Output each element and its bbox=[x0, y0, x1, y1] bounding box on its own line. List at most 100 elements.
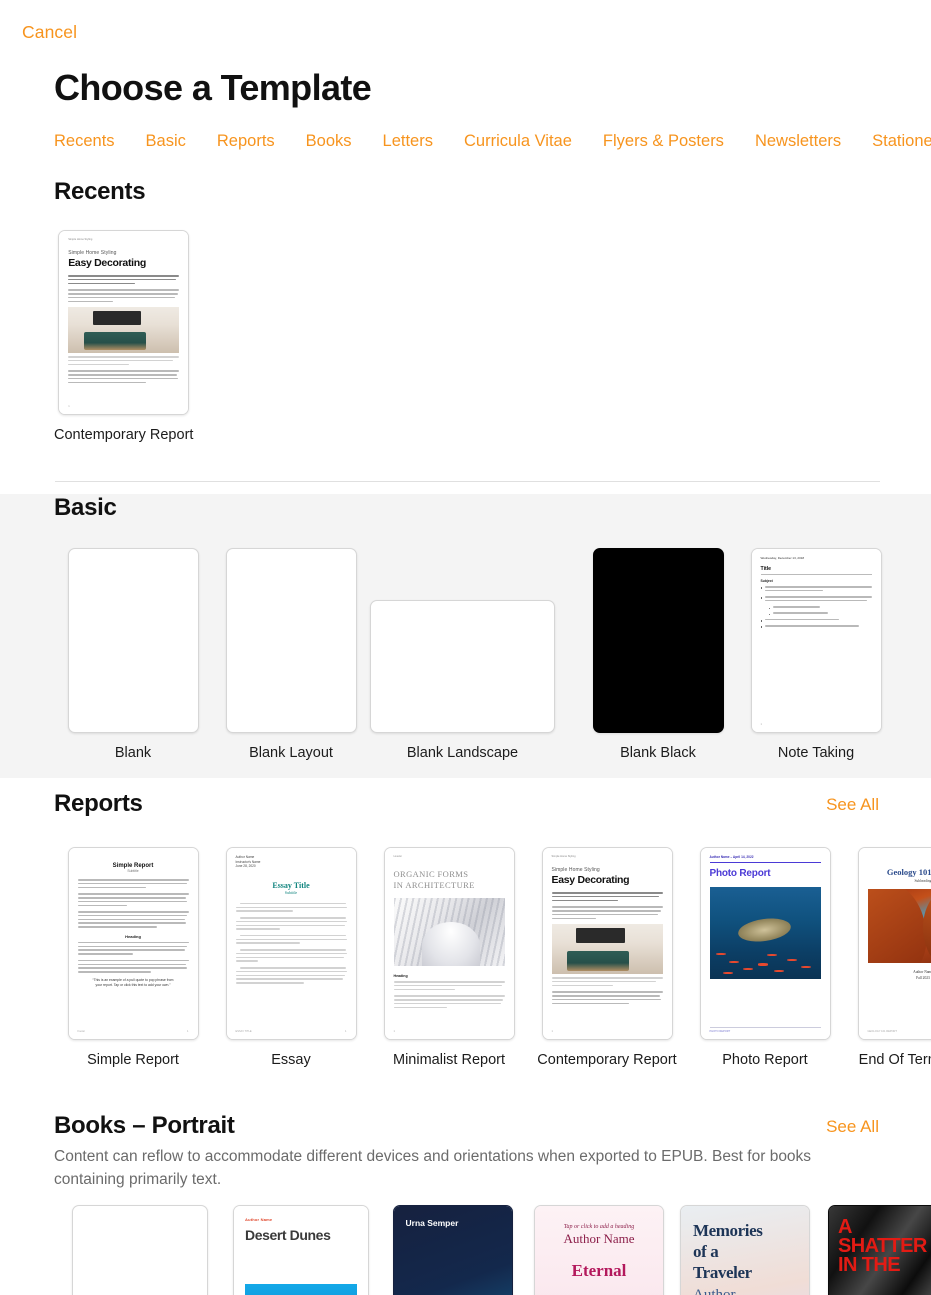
doc-header: Simple Home Styling bbox=[551, 855, 576, 858]
cancel-button[interactable]: Cancel bbox=[22, 22, 77, 43]
photo-subject-turtle bbox=[737, 915, 793, 945]
template-thumbnail[interactable] bbox=[72, 1205, 208, 1295]
doc-page-number: 1 bbox=[187, 1030, 189, 1033]
doc-heading: Heading bbox=[393, 974, 408, 978]
doc-bullet bbox=[761, 606, 872, 610]
doc-title: ORGANIC FORMS IN ARCHITECTURE bbox=[394, 869, 505, 891]
template-card-book-shatter[interactable]: A SHATTER IN THE bbox=[818, 1205, 931, 1295]
tab-curricula-vitae[interactable]: Curricula Vitae bbox=[464, 132, 572, 151]
recents-row: Simple Home Styling Simple Home Styling … bbox=[54, 230, 193, 444]
template-card-minimalist-report[interactable]: Header ORGANIC FORMS IN ARCHITECTURE Hea… bbox=[370, 847, 528, 1069]
template-thumbnail[interactable]: Author Name Instructor's Name June 28, 2… bbox=[225, 847, 357, 1040]
doc-body-block bbox=[77, 911, 189, 928]
template-card-blank-layout[interactable]: Blank Layout bbox=[212, 548, 370, 762]
doc-rule bbox=[709, 862, 821, 864]
template-caption: Blank bbox=[114, 745, 152, 761]
doc-date: June 28, 2020 bbox=[235, 864, 256, 869]
template-card-note-taking[interactable]: Wednesday, December 13, 2018 Title Subje… bbox=[737, 548, 895, 762]
tab-newsletters[interactable]: Newsletters bbox=[755, 132, 841, 151]
doc-subtitle: Subtitle bbox=[284, 889, 298, 895]
basic-row: Blank Blank Layout Blank Landscape Blank… bbox=[54, 548, 895, 762]
doc-meta: Author Name – April 14, 2022 bbox=[709, 855, 754, 859]
template-thumbnail[interactable]: Urna Semper bbox=[392, 1205, 513, 1295]
doc-bullet bbox=[760, 624, 872, 629]
template-card-simple-report[interactable]: Simple Report Subtitle Heading “This is … bbox=[54, 847, 212, 1069]
doc-body-block bbox=[235, 916, 347, 930]
book-author: Author Name bbox=[563, 1231, 635, 1246]
doc-preview-minimalist-report: Header ORGANIC FORMS IN ARCHITECTURE Hea… bbox=[384, 848, 514, 1039]
book-title: A SHATTER IN THE bbox=[838, 1217, 927, 1275]
books-row: Author Name Desert Dunes Urna Semper Tap… bbox=[57, 1205, 931, 1295]
tab-books[interactable]: Books bbox=[306, 132, 352, 151]
template-card-book-urna-semper[interactable]: Urna Semper bbox=[379, 1205, 526, 1295]
template-card-blank[interactable]: Blank bbox=[54, 548, 212, 762]
doc-bullet bbox=[761, 612, 872, 616]
tab-reports[interactable]: Reports bbox=[217, 132, 275, 151]
doc-term: Fall 2023 bbox=[916, 976, 930, 980]
template-thumbnail[interactable]: Simple Report Subtitle Heading “This is … bbox=[67, 847, 199, 1040]
tab-basic[interactable]: Basic bbox=[146, 132, 186, 151]
template-card-book-memories[interactable]: Memories of a Traveler Author bbox=[672, 1205, 818, 1295]
template-thumbnail[interactable]: Tap or click to add a heading Author Nam… bbox=[534, 1205, 664, 1295]
doc-subtitle: Subtitle bbox=[127, 869, 139, 873]
tab-letters[interactable]: Letters bbox=[383, 132, 433, 151]
doc-caption-block bbox=[551, 977, 663, 987]
doc-body-block bbox=[77, 941, 189, 955]
doc-meta: Author Name Instructor's Name June 28, 2… bbox=[236, 855, 347, 869]
template-card-photo-report[interactable]: Author Name – April 14, 2022 Photo Repor… bbox=[686, 847, 844, 1069]
template-card-essay[interactable]: Author Name Instructor's Name June 28, 2… bbox=[212, 847, 370, 1069]
reports-see-all-link[interactable]: See All bbox=[826, 795, 879, 815]
template-card-contemporary-report[interactable]: Simple Home Styling Simple Home Styling … bbox=[528, 847, 686, 1069]
doc-body-block bbox=[235, 902, 347, 912]
tab-flyers-posters[interactable]: Flyers & Posters bbox=[603, 132, 724, 151]
doc-title: Easy Decorating bbox=[68, 257, 146, 269]
doc-footer: Footer bbox=[77, 1030, 86, 1033]
template-thumbnail[interactable]: Memories of a Traveler Author bbox=[680, 1205, 810, 1295]
template-thumbnail[interactable]: Author Name – April 14, 2022 Photo Repor… bbox=[699, 847, 831, 1040]
template-thumbnail[interactable]: Header ORGANIC FORMS IN ARCHITECTURE Hea… bbox=[383, 847, 515, 1040]
doc-body-block bbox=[77, 959, 189, 973]
template-caption: Photo Report bbox=[722, 1052, 808, 1068]
doc-body-block bbox=[77, 879, 189, 889]
template-card-end-of-term-report[interactable]: Geology 101 Report Subheading Author Nam… bbox=[844, 847, 931, 1069]
books-see-all-link[interactable]: See All bbox=[826, 1117, 879, 1137]
template-card-book-blank[interactable] bbox=[57, 1205, 223, 1295]
section-books-description: Content can reflow to accommodate differ… bbox=[54, 1148, 812, 1188]
doc-date: Wednesday, December 13, 2018 bbox=[760, 556, 805, 560]
doc-title-line-1: ORGANIC FORMS bbox=[393, 869, 469, 879]
tab-recents[interactable]: Recents bbox=[54, 132, 115, 151]
template-thumbnail[interactable] bbox=[370, 600, 555, 733]
template-thumbnail[interactable]: Author Name Desert Dunes bbox=[233, 1205, 369, 1295]
doc-preview-photo-report: Author Name – April 14, 2022 Photo Repor… bbox=[700, 848, 830, 1039]
doc-pull-quote: “This is an example of a pull quote to p… bbox=[92, 977, 174, 987]
doc-subtitle: Subheading bbox=[914, 879, 931, 883]
template-thumbnail[interactable]: Wednesday, December 13, 2018 Title Subje… bbox=[750, 548, 882, 733]
doc-photo-canyon bbox=[867, 889, 931, 963]
doc-bullet bbox=[760, 586, 872, 594]
doc-title: Essay Title bbox=[272, 880, 310, 890]
template-card-blank-landscape[interactable]: Blank Landscape bbox=[370, 548, 555, 762]
template-thumbnail[interactable] bbox=[592, 548, 724, 733]
template-card-blank-black[interactable]: Blank Black bbox=[579, 548, 737, 762]
tab-stationery[interactable]: Stationery bbox=[872, 132, 931, 151]
doc-body-block bbox=[68, 275, 180, 285]
book-title: Urna Semper bbox=[405, 1218, 459, 1228]
doc-preview-note-taking: Wednesday, December 13, 2018 Title Subje… bbox=[751, 549, 881, 732]
template-card-book-desert-dunes[interactable]: Author Name Desert Dunes bbox=[223, 1205, 379, 1295]
template-thumbnail[interactable] bbox=[225, 548, 357, 733]
template-thumbnail[interactable]: Simple Home Styling Simple Home Styling … bbox=[58, 230, 190, 415]
book-title: Eternal bbox=[571, 1261, 627, 1280]
category-tab-bar[interactable]: Recents Basic Reports Books Letters Curr… bbox=[0, 126, 931, 156]
doc-body-block bbox=[393, 995, 505, 1009]
doc-preview-desert-dunes: Author Name Desert Dunes bbox=[234, 1206, 368, 1295]
template-thumbnail[interactable] bbox=[67, 548, 199, 733]
doc-preview-contemporary-report: Simple Home Styling Simple Home Styling … bbox=[59, 231, 189, 414]
section-recents-header: Recents bbox=[0, 178, 931, 222]
template-thumbnail[interactable]: Simple Home Styling Simple Home Styling … bbox=[541, 847, 673, 1040]
book-title: Memories of a Traveler bbox=[693, 1220, 799, 1283]
template-thumbnail[interactable]: A SHATTER IN THE bbox=[828, 1205, 931, 1295]
template-card-book-eternal[interactable]: Tap or click to add a heading Author Nam… bbox=[526, 1205, 672, 1295]
template-thumbnail[interactable]: Geology 101 Report Subheading Author Nam… bbox=[857, 847, 931, 1040]
book-color-block bbox=[245, 1284, 357, 1295]
template-card-contemporary-report-recent[interactable]: Simple Home Styling Simple Home Styling … bbox=[54, 230, 193, 444]
